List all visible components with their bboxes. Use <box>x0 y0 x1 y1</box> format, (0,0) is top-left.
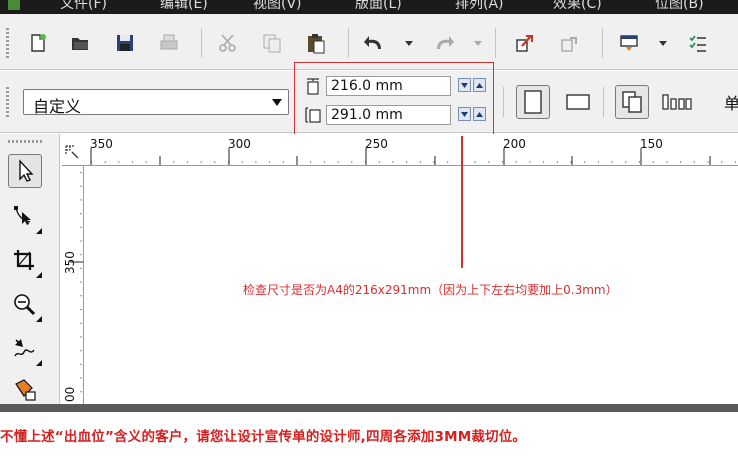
application-launcher-icon[interactable] <box>617 31 641 55</box>
menu-bitmaps[interactable]: 位图(B) <box>655 0 704 12</box>
import-icon[interactable] <box>512 31 536 55</box>
portrait-orientation-icon[interactable] <box>516 85 550 119</box>
toolbox-grip[interactable] <box>8 140 44 143</box>
bleed-instruction-text: 不懂上述“出血位”含义的客户，请您让设计宣传单的设计师,四周各添加3MM裁切位。 <box>0 429 527 445</box>
redo-dropdown-arrow-icon[interactable] <box>474 36 482 50</box>
callout-line <box>461 136 463 268</box>
redo-icon[interactable] <box>432 31 456 55</box>
all-pages-size-icon[interactable] <box>615 85 649 119</box>
horizontal-ruler[interactable]: 350 300 250 200 150 <box>62 134 738 166</box>
new-document-icon[interactable] <box>26 31 50 55</box>
open-folder-icon[interactable] <box>68 31 92 55</box>
toolbox <box>0 134 60 404</box>
freehand-tool-icon[interactable] <box>8 332 42 366</box>
app-icon <box>8 0 20 10</box>
size-check-annotation: 检查尺寸是否为A4的216x291mm（因为上下左右均要加上0.3mm） <box>243 283 618 297</box>
flyout-arrow-icon[interactable] <box>36 228 42 234</box>
menu-layout[interactable]: 版面(L) <box>355 0 402 12</box>
toolbar-separator <box>602 28 603 58</box>
chevron-down-icon[interactable] <box>272 99 282 106</box>
crop-tool-icon[interactable] <box>8 244 42 278</box>
vertical-ruler[interactable]: 350 00 <box>62 166 84 404</box>
toolbar-separator <box>201 28 202 58</box>
export-icon[interactable] <box>557 31 581 55</box>
dimension-highlight-box <box>294 62 494 136</box>
print-icon[interactable] <box>157 31 181 55</box>
cut-icon[interactable] <box>216 31 240 55</box>
menu-effects[interactable]: 效果(C) <box>553 0 602 12</box>
launcher-dropdown-arrow-icon[interactable] <box>659 36 667 50</box>
paper-preset-select[interactable]: 自定义 <box>23 89 289 116</box>
smart-fill-tool-icon[interactable] <box>8 372 42 406</box>
zoom-tool-icon[interactable] <box>8 288 42 322</box>
menu-arrange[interactable]: 排列(A) <box>455 0 504 12</box>
copy-icon[interactable] <box>260 31 284 55</box>
toolbar-grip[interactable] <box>6 87 9 117</box>
toolbar-separator <box>348 28 349 58</box>
ruler-ticks <box>90 148 738 165</box>
options-icon[interactable] <box>686 31 710 55</box>
truncated-label: 单 <box>724 94 738 113</box>
toolbar-separator <box>603 87 604 117</box>
menu-file[interactable]: 文件(F) <box>60 0 107 12</box>
toolbar-grip[interactable] <box>6 28 9 58</box>
paste-icon[interactable] <box>304 31 328 55</box>
pick-tool-icon[interactable] <box>8 154 42 188</box>
toolbar-separator <box>495 28 496 58</box>
menu-bar: 文件(F) 编辑(E) 视图(V) 版面(L) 排列(A) 效果(C) 位图(B… <box>0 0 738 14</box>
landscape-orientation-icon[interactable] <box>561 85 595 119</box>
menu-edit[interactable]: 编辑(E) <box>160 0 208 12</box>
save-disk-icon[interactable] <box>113 31 137 55</box>
flyout-arrow-icon[interactable] <box>36 360 42 366</box>
flyout-arrow-icon[interactable] <box>36 272 42 278</box>
undo-icon[interactable] <box>362 31 386 55</box>
vertical-ruler-ticks <box>70 172 83 404</box>
shape-tool-icon[interactable] <box>8 200 42 234</box>
paper-preset-value: 自定义 <box>33 97 82 116</box>
undo-dropdown-arrow-icon[interactable] <box>405 36 413 50</box>
current-page-size-icon[interactable] <box>660 85 694 119</box>
menu-view[interactable]: 视图(V) <box>253 0 302 12</box>
toolbar-separator <box>503 87 504 117</box>
flyout-arrow-icon[interactable] <box>36 316 42 322</box>
status-strip <box>0 404 738 412</box>
